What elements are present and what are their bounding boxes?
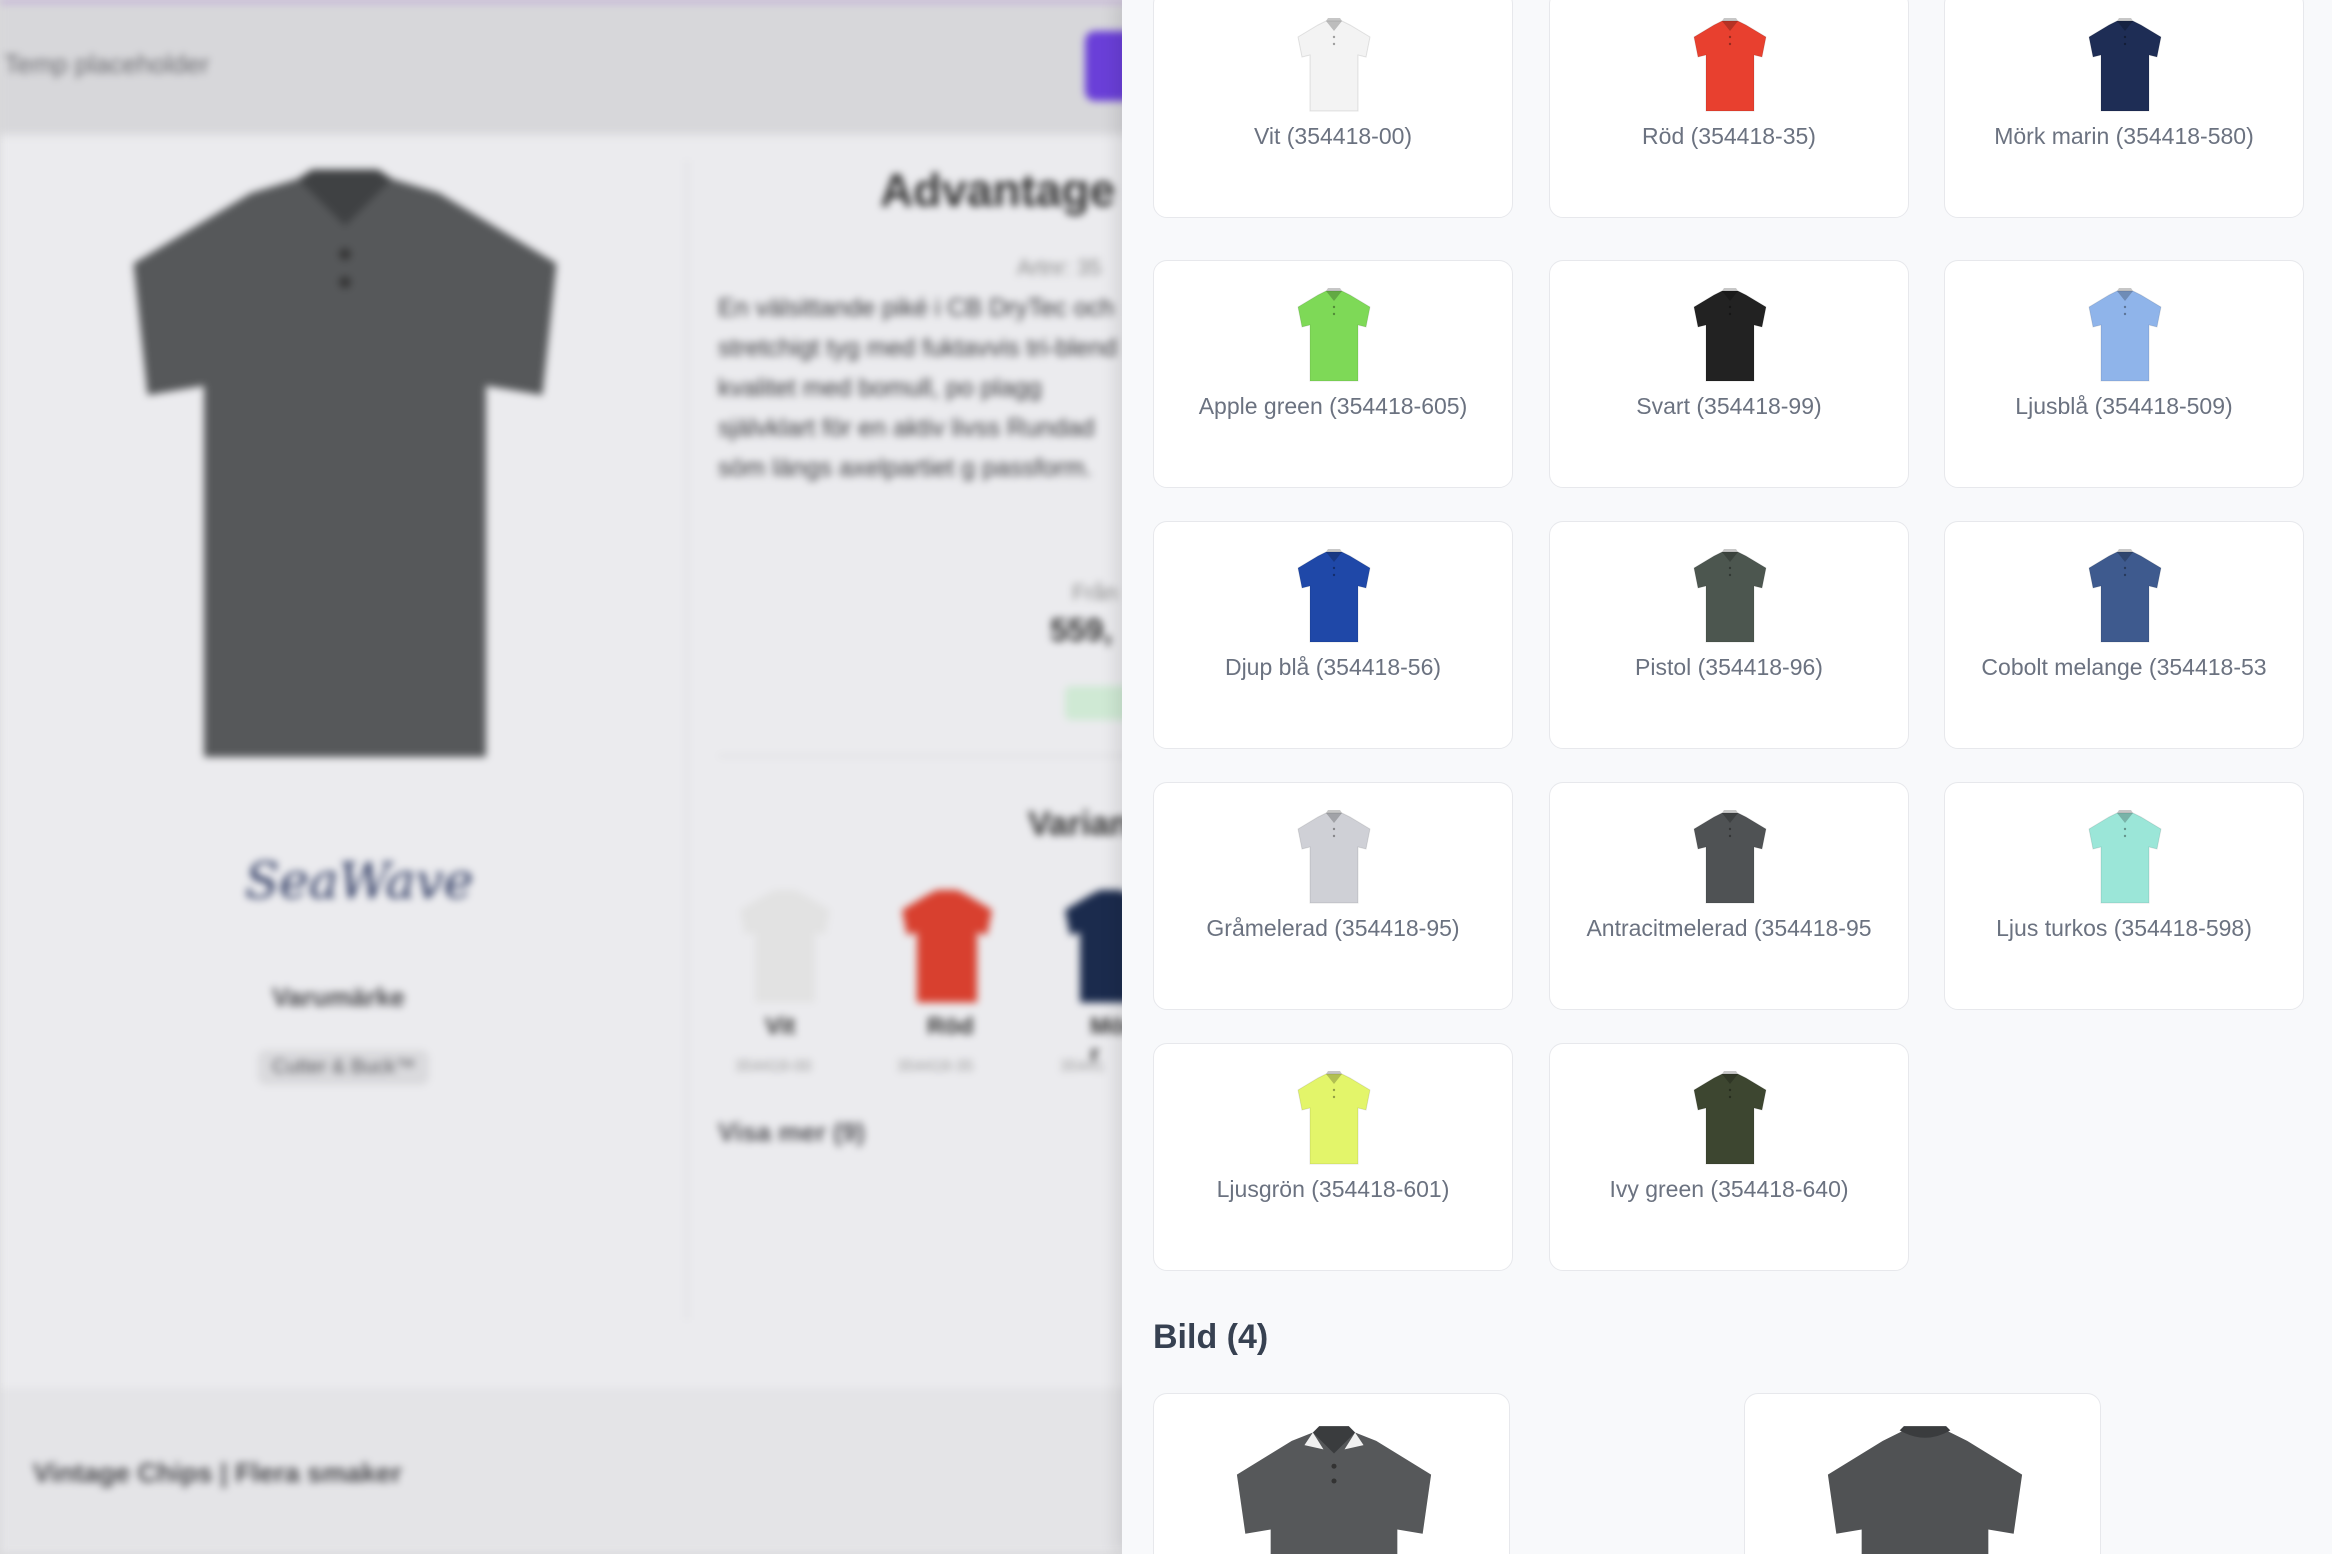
- variant-card[interactable]: Gråmelerad (354418-95): [1153, 782, 1513, 1010]
- polo-shirt-thumbnail: [1693, 18, 1767, 112]
- polo-back-image: [1827, 1426, 2023, 1554]
- product-image-card[interactable]: [1153, 1393, 1510, 1554]
- variant-drawer: Vit (354418-00) Röd (354418-35) Mörk mar…: [1122, 0, 2332, 1554]
- variant-label: Ljusgrön (354418-601): [1216, 1176, 1450, 1202]
- mini-variant-sku: 35441: [1060, 1058, 1105, 1075]
- variant-label: Ljusblå (354418-509): [2015, 393, 2233, 419]
- variant-card[interactable]: Djup blå (354418-56): [1153, 521, 1513, 749]
- mini-variant-label: Röd: [927, 1013, 974, 1040]
- variant-label: Djup blå (354418-56): [1224, 654, 1442, 680]
- top-bar: Temp placeholder: [0, 0, 1130, 133]
- brand-heading: Varumärke: [272, 982, 405, 1012]
- variant-card[interactable]: Svart (354418-99): [1549, 260, 1909, 488]
- variant-card[interactable]: Ljusblå (354418-509): [1944, 260, 2304, 488]
- polo-shirt-thumbnail: [1693, 810, 1767, 904]
- column-divider: [686, 160, 688, 1320]
- polo-shirt-thumbnail: [2088, 288, 2162, 382]
- polo-front-image: [1236, 1426, 1432, 1554]
- mini-variant-label: Vit: [765, 1013, 796, 1040]
- variant-card[interactable]: Röd (354418-35): [1549, 0, 1909, 218]
- variant-label: Pistol (354418-96): [1635, 654, 1823, 680]
- show-more-link[interactable]: Visa mer (9): [718, 1117, 865, 1148]
- brand-tag[interactable]: Cutter & Buck™: [258, 1050, 430, 1085]
- variant-label: Mörk marin (354418-580): [1994, 123, 2254, 149]
- product-image-card[interactable]: [1744, 1393, 2101, 1554]
- variant-label: Vit (354418-00): [1253, 123, 1413, 149]
- product-description: En välsittande piké i CB DryTec och stre…: [718, 294, 1117, 482]
- related-product-title: Vintage Chips | Flera smaker: [33, 1458, 402, 1488]
- mini-polo-icon: [740, 890, 830, 1003]
- mini-variant-sku: 354418-00: [735, 1058, 812, 1075]
- polo-shirt-thumbnail: [1693, 549, 1767, 643]
- section-divider: [718, 755, 1130, 757]
- polo-shirt-thumbnail: [1297, 18, 1371, 112]
- variant-card[interactable]: Mörk marin (354418-580): [1944, 0, 2304, 218]
- polo-shirt-thumbnail: [2088, 810, 2162, 904]
- variant-label: Gråmelerad (354418-95): [1206, 915, 1460, 941]
- mini-polo-icon: [1065, 890, 1130, 1003]
- variant-label: Svart (354418-99): [1636, 393, 1822, 419]
- variant-card[interactable]: Antracitmelerad (354418-95: [1549, 782, 1909, 1010]
- variant-card[interactable]: Ljusgrön (354418-601): [1153, 1043, 1513, 1271]
- mini-polo-icon: [902, 890, 992, 1003]
- brand-logo: SeaWave: [245, 852, 474, 910]
- polo-shirt-thumbnail: [1297, 288, 1371, 382]
- background-page: Temp placeholder SeaWave Varumärke Cutte…: [0, 0, 1130, 1554]
- polo-shirt-thumbnail: [2088, 549, 2162, 643]
- variant-card[interactable]: Ivy green (354418-640): [1549, 1043, 1909, 1271]
- variant-label: Apple green (354418-605): [1198, 393, 1468, 419]
- variant-label: Röd (354418-35): [1642, 123, 1816, 149]
- polo-shirt-thumbnail: [1297, 810, 1371, 904]
- variant-card[interactable]: Pistol (354418-96): [1549, 521, 1909, 749]
- mini-variant-sku: 354418-35: [897, 1058, 974, 1075]
- article-number: Artnr: 35: [1017, 255, 1102, 280]
- variant-label: Cobolt melange (354418-53: [1981, 654, 2267, 680]
- variant-card[interactable]: Cobolt melange (354418-53: [1944, 521, 2304, 749]
- variant-label: Antracitmelerad (354418-95: [1586, 915, 1872, 941]
- variant-label: Ljus turkos (354418-598): [1996, 915, 2252, 941]
- variant-label: Ivy green (354418-640): [1609, 1176, 1849, 1202]
- images-heading: Bild (4): [1153, 1318, 1269, 1356]
- product-title: Advantage: [880, 164, 1116, 216]
- polo-shirt-thumbnail: [1297, 1071, 1371, 1165]
- variants-heading: Varian: [1028, 805, 1130, 843]
- polo-shirt-thumbnail: [1297, 549, 1371, 643]
- variant-card[interactable]: Apple green (354418-605): [1153, 260, 1513, 488]
- stock-badge: [1065, 686, 1130, 720]
- price-from-label: Från: [1072, 580, 1118, 605]
- search-input[interactable]: Temp placeholder: [4, 49, 209, 80]
- price: 559,: [1050, 612, 1113, 648]
- product-main-image: [133, 169, 557, 757]
- variant-card[interactable]: Vit (354418-00): [1153, 0, 1513, 218]
- polo-shirt-thumbnail: [2088, 18, 2162, 112]
- variant-card[interactable]: Ljus turkos (354418-598): [1944, 782, 2304, 1010]
- polo-shirt-thumbnail: [1693, 288, 1767, 382]
- polo-shirt-thumbnail: [1693, 1071, 1767, 1165]
